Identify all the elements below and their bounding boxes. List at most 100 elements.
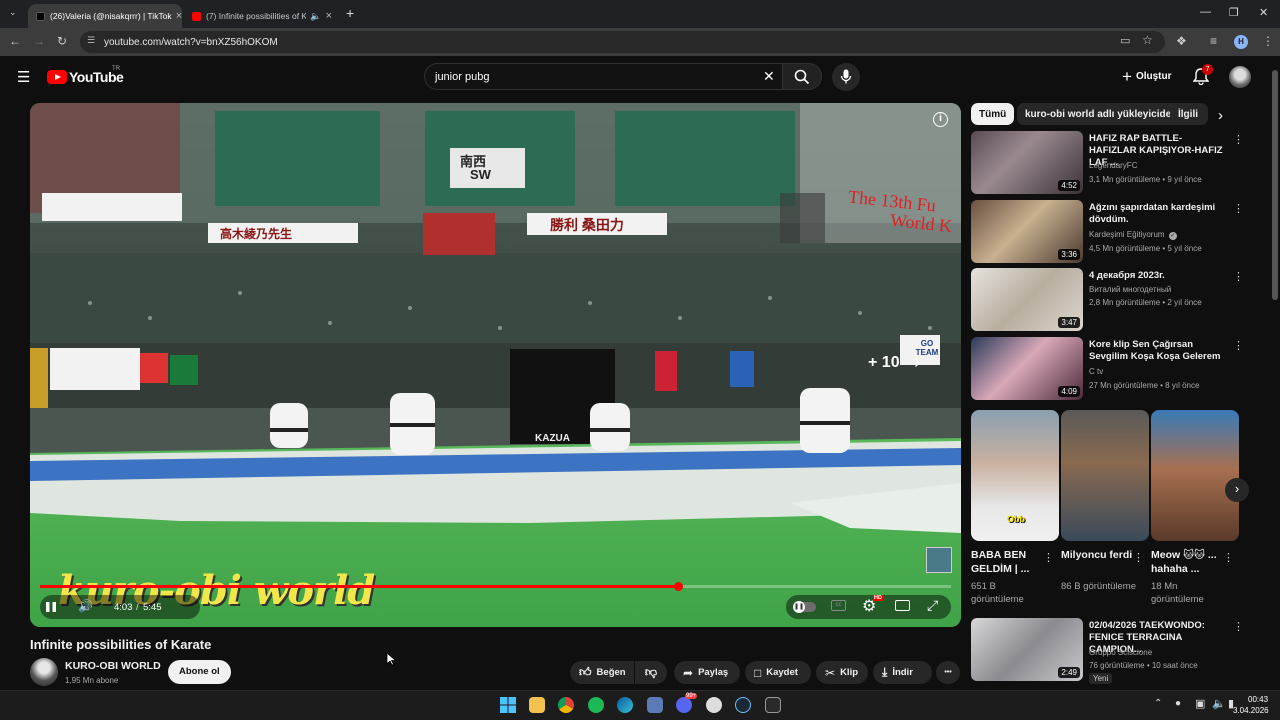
- subtitles-icon[interactable]: cc: [831, 600, 846, 611]
- list-item[interactable]: 2:49 02/04/2026 TAEKWONDO: FENICE TERRAC…: [971, 618, 1244, 688]
- kebab-menu-icon[interactable]: ⋮: [1233, 339, 1244, 352]
- channel-name[interactable]: Виталий многодетный: [1089, 285, 1171, 294]
- video-player[interactable]: 南西 SW 勝利 桑田力 高木綾乃先生 The 13th Fu World K …: [30, 103, 961, 627]
- video-title[interactable]: 4 декабря 2023г.: [1089, 270, 1229, 282]
- kebab-menu-icon[interactable]: ⋮: [1233, 620, 1244, 633]
- search-input[interactable]: junior pubg ✕: [424, 63, 822, 90]
- kebab-menu-icon[interactable]: ⋮: [1233, 202, 1244, 215]
- search-button[interactable]: [782, 63, 822, 90]
- skip-forward-label[interactable]: + 10: [868, 354, 900, 372]
- list-item[interactable]: 4:52 HAFIZ RAP BATTLE-HAFIZLAR KAPIŞIYOR…: [971, 131, 1244, 196]
- chips-next-chevron-icon[interactable]: ›: [1218, 107, 1223, 124]
- file-explorer-icon[interactable]: [529, 697, 545, 713]
- kebab-menu-icon[interactable]: ⋮: [1233, 270, 1244, 283]
- maximize-icon[interactable]: ❐: [1229, 6, 1239, 19]
- app-icon[interactable]: [647, 697, 663, 713]
- download-button[interactable]: ⤓ İndir: [873, 661, 932, 684]
- tray-chevron-icon[interactable]: ⌃: [1154, 698, 1162, 709]
- chip-from-uploader[interactable]: kuro-obi world adlı yükleyiciden: [1017, 103, 1186, 125]
- scrollbar-thumb[interactable]: [1272, 70, 1278, 300]
- tab-youtube[interactable]: (7) Infinite possibilities of K 🔈 ×: [184, 4, 340, 28]
- video-thumbnail[interactable]: 4:52: [971, 131, 1083, 194]
- create-button[interactable]: + Oluştur: [1116, 63, 1178, 90]
- fullscreen-icon[interactable]: ⤢: [927, 597, 938, 614]
- channel-name[interactable]: Gruppo Sciscione: [1089, 648, 1152, 657]
- short-title[interactable]: Meow 🐱🐱 ... hahaha ...: [1151, 548, 1223, 576]
- extensions-icon[interactable]: ❖: [1176, 34, 1187, 48]
- epic-games-icon[interactable]: [765, 697, 781, 713]
- miniplayer-icon[interactable]: [895, 600, 910, 611]
- chip-all[interactable]: Tümü: [971, 103, 1015, 125]
- kebab-menu-icon[interactable]: ⋮: [1133, 551, 1144, 564]
- address-bar[interactable]: ☰ youtube.com/watch?v=bnXZ56hOKOM ▭ ☆: [80, 31, 1165, 53]
- list-item[interactable]: 3:36 Ağzını şapırdatan kardeşimi dövdüm.…: [971, 200, 1244, 265]
- bookmark-star-icon[interactable]: ☆: [1142, 33, 1153, 47]
- channel-name[interactable]: C tv: [1089, 367, 1103, 376]
- youtube-logo-icon[interactable]: [47, 70, 67, 84]
- video-thumbnail[interactable]: 3:36: [971, 200, 1083, 263]
- windows-start-icon[interactable]: [500, 697, 516, 713]
- tab-tiktok[interactable]: (26)Valeria (@nisakqrrr) | TikTok ×: [28, 4, 182, 28]
- short-thumbnail[interactable]: Obb: [971, 410, 1059, 541]
- account-avatar[interactable]: [1229, 66, 1251, 88]
- notifications-button[interactable]: 7: [1192, 64, 1214, 89]
- channel-name[interactable]: Kardeşimi Eğitiyorum ✓: [1089, 230, 1177, 240]
- page-scrollbar[interactable]: [1272, 60, 1278, 688]
- kebab-menu-icon[interactable]: ⋮: [1233, 133, 1244, 146]
- spotify-icon[interactable]: [588, 697, 604, 713]
- minimize-icon[interactable]: —: [1200, 6, 1211, 18]
- steam-icon[interactable]: [735, 697, 751, 713]
- kebab-menu-icon[interactable]: ⋮: [1223, 551, 1234, 564]
- clock-time[interactable]: 00:43: [1248, 695, 1268, 704]
- subscribe-button[interactable]: Abone ol: [168, 660, 231, 684]
- share-button[interactable]: ➦ Paylaş: [674, 661, 740, 684]
- close-window-icon[interactable]: ✕: [1259, 6, 1268, 19]
- video-info-icon[interactable]: i: [933, 112, 948, 127]
- tab-close-icon[interactable]: ×: [172, 10, 182, 22]
- tab-close-icon[interactable]: ×: [322, 10, 332, 22]
- video-title[interactable]: Ağzını şapırdatan kardeşimi dövdüm.: [1089, 202, 1229, 226]
- voice-search-button[interactable]: [832, 63, 860, 91]
- new-tab-button[interactable]: +: [346, 5, 354, 21]
- site-info-icon[interactable]: ☰: [87, 35, 95, 46]
- save-button[interactable]: □ Kaydet: [745, 661, 811, 684]
- tray-network-icon[interactable]: ▣: [1195, 697, 1205, 710]
- short-title[interactable]: BABA BEN GELDİM | ...: [971, 548, 1043, 576]
- more-actions-button[interactable]: •••: [936, 661, 960, 684]
- chrome-icon[interactable]: [558, 697, 574, 713]
- short-thumbnail[interactable]: [1061, 410, 1149, 541]
- browser-menu-icon[interactable]: ⋮: [1262, 34, 1274, 48]
- short-thumbnail[interactable]: [1151, 410, 1239, 541]
- back-icon[interactable]: ←: [9, 34, 21, 48]
- reload-icon[interactable]: ↻: [57, 34, 67, 48]
- tab-list-chevron-icon[interactable]: ⌄: [9, 7, 17, 18]
- shorts-next-button[interactable]: ›: [1225, 478, 1249, 502]
- video-thumbnail[interactable]: 4:09: [971, 337, 1083, 400]
- like-button[interactable]: 👍︎ Beğen: [570, 661, 634, 684]
- cast-icon[interactable]: ▭: [1120, 34, 1130, 47]
- hamburger-menu-icon[interactable]: ☰: [17, 68, 30, 86]
- kebab-menu-icon[interactable]: ⋮: [1043, 551, 1054, 564]
- clock-date[interactable]: 3.04.2026: [1233, 706, 1269, 715]
- channel-name[interactable]: KURO-OBI WORLD: [65, 660, 161, 672]
- list-item[interactable]: 3:47 4 декабря 2023г. Виталий многодетны…: [971, 268, 1244, 333]
- clear-search-icon[interactable]: ✕: [763, 68, 775, 85]
- progress-scrubber[interactable]: [673, 582, 683, 591]
- channel-watermark[interactable]: [926, 547, 952, 573]
- edge-icon[interactable]: [617, 697, 633, 713]
- profile-avatar[interactable]: H: [1234, 35, 1248, 49]
- video-thumbnail[interactable]: 2:49: [971, 618, 1083, 681]
- video-title[interactable]: Kore klip Sen Çağırsan Sevgilim Koşa Koş…: [1089, 339, 1229, 363]
- tray-volume-icon[interactable]: 🔈: [1212, 697, 1226, 710]
- clip-button[interactable]: ✂ Klip: [816, 661, 868, 684]
- short-title[interactable]: Milyoncu ferdi: [1061, 548, 1133, 562]
- chip-related[interactable]: İlgili: [1170, 103, 1208, 125]
- tray-mic-icon[interactable]: ●: [1175, 698, 1181, 709]
- pause-icon[interactable]: [45, 601, 57, 613]
- list-item[interactable]: 4:09 Kore klip Sen Çağırsan Sevgilim Koş…: [971, 337, 1244, 402]
- video-thumbnail[interactable]: 3:47: [971, 268, 1083, 331]
- progress-bar-track[interactable]: [40, 582, 951, 591]
- volume-icon[interactable]: 🔊: [78, 599, 93, 613]
- reading-list-icon[interactable]: ≡: [1210, 34, 1217, 48]
- autoplay-toggle[interactable]: ❚❚: [793, 601, 816, 613]
